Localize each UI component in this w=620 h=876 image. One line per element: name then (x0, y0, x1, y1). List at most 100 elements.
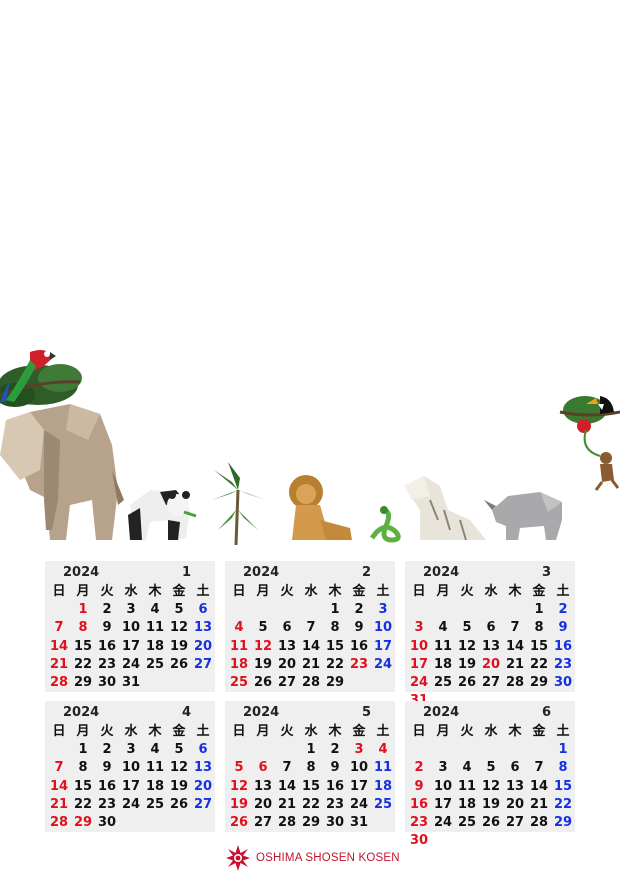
day-cell: 15 (73, 638, 93, 654)
day-cell: 4 (378, 742, 388, 758)
day-cell: 19 (169, 778, 189, 794)
weekday-label: 水 (484, 584, 498, 599)
day-cell: 27 (481, 674, 501, 690)
week-row: 3456789 (407, 619, 575, 637)
day-cell: 7 (54, 760, 64, 776)
day-cell: 28 (301, 674, 321, 690)
week-row: 28 29 30 (47, 814, 215, 832)
day-cell: 20 (193, 778, 213, 794)
calendar-month-2: 2024 2 日月火水木金土 1 2 3 4 5 6 7 8 9 10 11 12 13 14 15 16 17 18 1… (225, 561, 395, 692)
weekday-label: 金 (172, 724, 186, 739)
day-cell: 28 (49, 674, 69, 690)
day-cell: 6 (282, 620, 292, 636)
day-cell: 2 (354, 602, 364, 618)
day-cell: 1 (534, 602, 544, 618)
day-cell: 1 (78, 742, 88, 758)
week-row: 21 22 23 24 25 26 27 (47, 796, 215, 814)
calendar-year: 2024 (423, 565, 460, 580)
weekday-label: 日 (52, 584, 66, 599)
empty-day-cell (527, 741, 551, 759)
day-cell: 1 (78, 602, 88, 618)
weekday-label: 火 (280, 584, 294, 599)
week-row: 9 10 11 12 13 14 15 (407, 778, 575, 796)
day-cell: 29 (529, 674, 549, 690)
day-cell: 9 (102, 620, 112, 636)
day-cell: 24 (433, 814, 453, 830)
calendar-grid: 日月火水木金土 1 2 3 4 5 6 7 8 9 10 11 12 13 14 15 16 17 18 19 20 21… (227, 723, 395, 832)
day-cell: 21 (529, 796, 549, 812)
week-row: 123 (227, 601, 395, 619)
day-cell: 21 (49, 656, 69, 672)
day-cell: 11 (373, 760, 393, 776)
day-cell: 3 (414, 620, 424, 636)
week-row: 14 15 16 17 18 19 20 (47, 778, 215, 796)
monkey-illustration (594, 452, 620, 491)
day-cell: 2 (558, 602, 568, 618)
day-cell: 18 (373, 778, 393, 794)
calendar-year: 2024 (243, 565, 280, 580)
weekday-label: 火 (280, 724, 294, 739)
empty-day-cell (431, 832, 455, 850)
toucan-branch-illustration (559, 396, 620, 457)
day-cell: 26 (457, 674, 477, 690)
day-cell: 24 (121, 656, 141, 672)
day-cell: 9 (414, 778, 424, 794)
day-cell: 19 (229, 796, 249, 812)
day-cell: 2 (414, 760, 424, 776)
day-cell: 21 (505, 656, 525, 672)
calendar-year: 2024 (423, 705, 460, 720)
day-cell: 8 (558, 760, 568, 776)
empty-day-cell (407, 741, 431, 759)
day-cell: 7 (306, 620, 316, 636)
day-cell: 22 (301, 796, 321, 812)
day-cell: 23 (97, 656, 117, 672)
day-cell: 14 (277, 778, 297, 794)
empty-day-cell (455, 832, 479, 850)
weekday-label: 日 (412, 724, 426, 739)
day-cell: 6 (198, 742, 208, 758)
elephant-illustration (0, 404, 124, 540)
calendar-grid: 日月火水木金土 1 2 3 4 5 6 7 8 9 10 11 12 13 14 15 16 17 18 19 20 21… (407, 723, 575, 850)
weekday-label: 木 (148, 584, 162, 599)
empty-day-cell (479, 601, 503, 619)
day-cell: 11 (433, 638, 453, 654)
lion-illustration (289, 475, 352, 540)
empty-day-cell (167, 814, 191, 832)
day-cell: 28 (49, 814, 69, 830)
weekday-label: 日 (232, 724, 246, 739)
day-cell: 11 (145, 620, 165, 636)
empty-day-cell (455, 741, 479, 759)
week-row: 26 27 28 29 30 31 (227, 814, 395, 832)
empty-day-cell (251, 601, 275, 619)
empty-day-cell (275, 741, 299, 759)
day-cell: 14 (529, 778, 549, 794)
day-cell: 5 (174, 742, 184, 758)
day-cell: 20 (253, 796, 273, 812)
weekday-label: 水 (304, 584, 318, 599)
week-row: 11 12 13 14 15 16 17 (227, 638, 395, 656)
day-cell: 12 (169, 760, 189, 776)
day-cell: 8 (330, 620, 340, 636)
empty-day-cell (455, 601, 479, 619)
day-cell: 18 (433, 656, 453, 672)
day-cell: 16 (409, 796, 429, 812)
day-cell: 27 (253, 814, 273, 830)
empty-day-cell (407, 601, 431, 619)
day-cell: 25 (145, 656, 165, 672)
day-cell: 3 (126, 602, 136, 618)
day-cell: 5 (462, 620, 472, 636)
week-row: 28 29 30 31 (47, 674, 215, 692)
empty-day-cell (191, 814, 215, 832)
day-cell: 17 (121, 638, 141, 654)
weekday-label: 日 (52, 724, 66, 739)
empty-day-cell (251, 741, 275, 759)
calendar-month-number: 5 (361, 705, 371, 720)
day-cell: 19 (481, 796, 501, 812)
weekday-header-row: 日月火水木金土 (47, 723, 215, 741)
weekday-label: 木 (328, 584, 342, 599)
day-cell: 12 (481, 778, 501, 794)
day-cell: 2 (330, 742, 340, 758)
day-cell: 24 (373, 656, 393, 672)
day-cell: 14 (301, 638, 321, 654)
weekday-header-row: 日月火水木金土 (407, 723, 575, 741)
